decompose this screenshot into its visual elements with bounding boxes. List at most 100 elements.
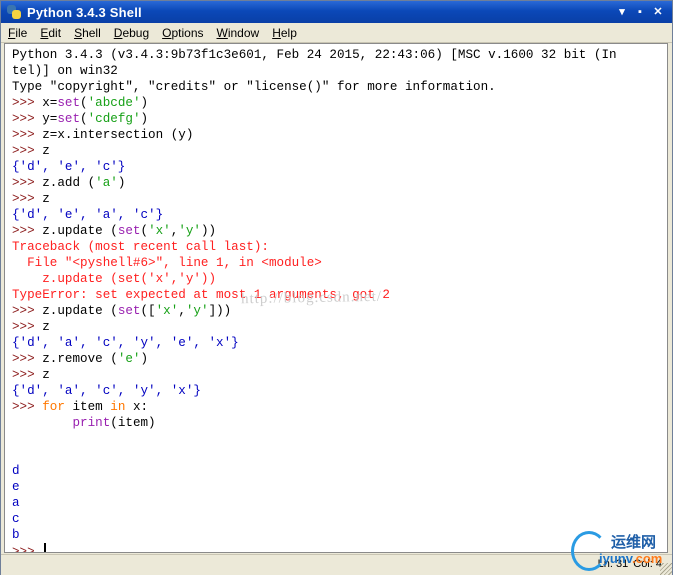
shell-token-str: 'e' <box>117 352 141 366</box>
shell-token-code: z=x.intersection (y) <box>42 128 194 142</box>
menu-shell[interactable]: Shell <box>67 26 107 40</box>
minimize-icon[interactable]: ▾ <box>614 4 630 20</box>
menu-help[interactable]: Help <box>265 26 303 40</box>
shell-token-result: c <box>12 512 20 526</box>
shell-token-code: z.remove ( <box>42 352 118 366</box>
menu-file[interactable]: File <box>1 26 33 40</box>
close-icon[interactable]: ✕ <box>650 4 666 20</box>
shell-line: c <box>12 511 617 527</box>
shell-token-prompt: >>> <box>12 320 43 334</box>
shell-token-err: File "<pyshell#6>", line 1, in <module> <box>12 256 322 270</box>
shell-token-code: ) <box>140 96 149 110</box>
shell-token-code: ])) <box>208 304 232 318</box>
menu-window[interactable]: Window <box>210 26 266 40</box>
shell-token-prompt: >>> <box>12 224 43 238</box>
shell-line: {'d', 'e', 'a', 'c'} <box>12 207 617 223</box>
shell-line: >>> z.remove ('e') <box>12 351 617 367</box>
shell-token-result: a <box>12 496 20 510</box>
shell-line: print(item) <box>12 415 617 431</box>
shell-token-str: 'cdefg' <box>87 112 141 126</box>
shell-token-code: z.add ( <box>42 176 96 190</box>
text-cursor <box>44 543 47 552</box>
shell-line: e <box>12 479 617 495</box>
shell-token-builtin: set <box>117 304 141 318</box>
shell-token-out: Type "copyright", "credits" or "license(… <box>12 80 496 94</box>
shell-line: >>> z.update (set('x','y')) <box>12 223 617 239</box>
python-shell-window: Python 3.4.3 Shell ▾ ▪ ✕ File Edit Shell… <box>0 0 673 575</box>
shell-line: {'d', 'a', 'c', 'y', 'e', 'x'} <box>12 335 617 351</box>
shell-token-result: {'d', 'e', 'c'} <box>12 160 126 174</box>
shell-line: {'d', 'a', 'c', 'y', 'x'} <box>12 383 617 399</box>
shell-line: a <box>12 495 617 511</box>
maximize-icon[interactable]: ▪ <box>632 4 648 20</box>
shell-token-builtin: set <box>57 112 81 126</box>
shell-token-code: x= <box>42 96 58 110</box>
shell-token-prompt: >>> <box>12 176 43 190</box>
shell-token-kw: for <box>42 400 65 414</box>
shell-token-code: (item) <box>110 416 156 430</box>
shell-token-result: {'d', 'a', 'c', 'y', 'x'} <box>12 384 201 398</box>
shell-token-result: b <box>12 528 20 542</box>
shell-token-prompt: >>> <box>12 192 43 206</box>
shell-token-builtin: print <box>72 416 111 430</box>
window-controls: ▾ ▪ ✕ <box>614 4 666 20</box>
shell-token-prompt: >>> <box>12 144 43 158</box>
menu-options[interactable]: Options <box>155 26 209 40</box>
shell-line: >>> z <box>12 319 617 335</box>
menu-edit[interactable]: Edit <box>33 26 67 40</box>
shell-line: >>> z=x.intersection (y) <box>12 127 617 143</box>
shell-token-prompt: >>> <box>12 545 43 553</box>
shell-token-code: ) <box>140 112 149 126</box>
shell-token-prompt: >>> <box>12 368 43 382</box>
shell-token-code: z.update ( <box>42 224 118 238</box>
shell-token-str: 'abcde' <box>87 96 141 110</box>
shell-token-code: z <box>42 320 50 334</box>
shell-token-kw: in <box>110 400 126 414</box>
menu-debug[interactable]: Debug <box>107 26 155 40</box>
site-logo: 运维网 iyunv.com <box>567 529 671 575</box>
shell-token-str: 'y' <box>178 224 201 238</box>
shell-line: b <box>12 527 617 543</box>
shell-line: File "<pyshell#6>", line 1, in <module> <box>12 255 617 271</box>
shell-token-result: d <box>12 464 20 478</box>
logo-text-bottom: iyunv.com <box>599 551 663 566</box>
shell-line: >>> z <box>12 143 617 159</box>
shell-token-code: ( <box>140 224 149 238</box>
shell-token-code: item <box>64 400 111 414</box>
shell-line: >>> x=set('abcde') <box>12 95 617 111</box>
shell-token-str: 'x' <box>148 224 171 238</box>
shell-line: {'d', 'e', 'c'} <box>12 159 617 175</box>
shell-token-out: Python 3.4.3 (v3.4.3:9b73f1c3e601, Feb 2… <box>12 48 617 62</box>
shell-line: Type "copyright", "credits" or "license(… <box>12 79 617 95</box>
shell-token-result: {'d', 'e', 'a', 'c'} <box>12 208 164 222</box>
shell-line: d <box>12 463 617 479</box>
shell-token-code <box>12 416 72 430</box>
shell-line: tel)] on win32 <box>12 63 617 79</box>
shell-token-code: , <box>178 304 186 318</box>
shell-token-code: z <box>42 368 50 382</box>
shell-token-code: ( <box>80 112 88 126</box>
shell-line: >>> y=set('cdefg') <box>12 111 617 127</box>
shell-token-err: Traceback (most recent call last): <box>12 240 269 254</box>
shell-line: z.update (set('x','y')) <box>12 271 617 287</box>
window-title: Python 3.4.3 Shell <box>27 4 142 20</box>
shell-token-prompt: >>> <box>12 304 43 318</box>
shell-token-code: z.update ( <box>42 304 118 318</box>
shell-token-code: z <box>42 192 50 206</box>
watermark-text: http://blog.csdn.net/ <box>240 288 383 308</box>
shell-line: >>> z <box>12 191 617 207</box>
title-bar[interactable]: Python 3.4.3 Shell ▾ ▪ ✕ <box>1 1 672 23</box>
shell-token-prompt: >>> <box>12 112 43 126</box>
shell-token-code: ([ <box>140 304 156 318</box>
shell-token-code: z <box>42 144 50 158</box>
shell-token-builtin: set <box>117 224 141 238</box>
shell-token-out: tel)] on win32 <box>12 64 118 78</box>
shell-token-prompt: >>> <box>12 128 43 142</box>
shell-line: Traceback (most recent call last): <box>12 239 617 255</box>
shell-text-area[interactable]: Python 3.4.3 (v3.4.3:9b73f1c3e601, Feb 2… <box>4 43 668 553</box>
shell-token-str: 'a' <box>95 176 118 190</box>
logo-text-top: 运维网 <box>611 533 657 551</box>
shell-token-code: ) <box>117 176 126 190</box>
